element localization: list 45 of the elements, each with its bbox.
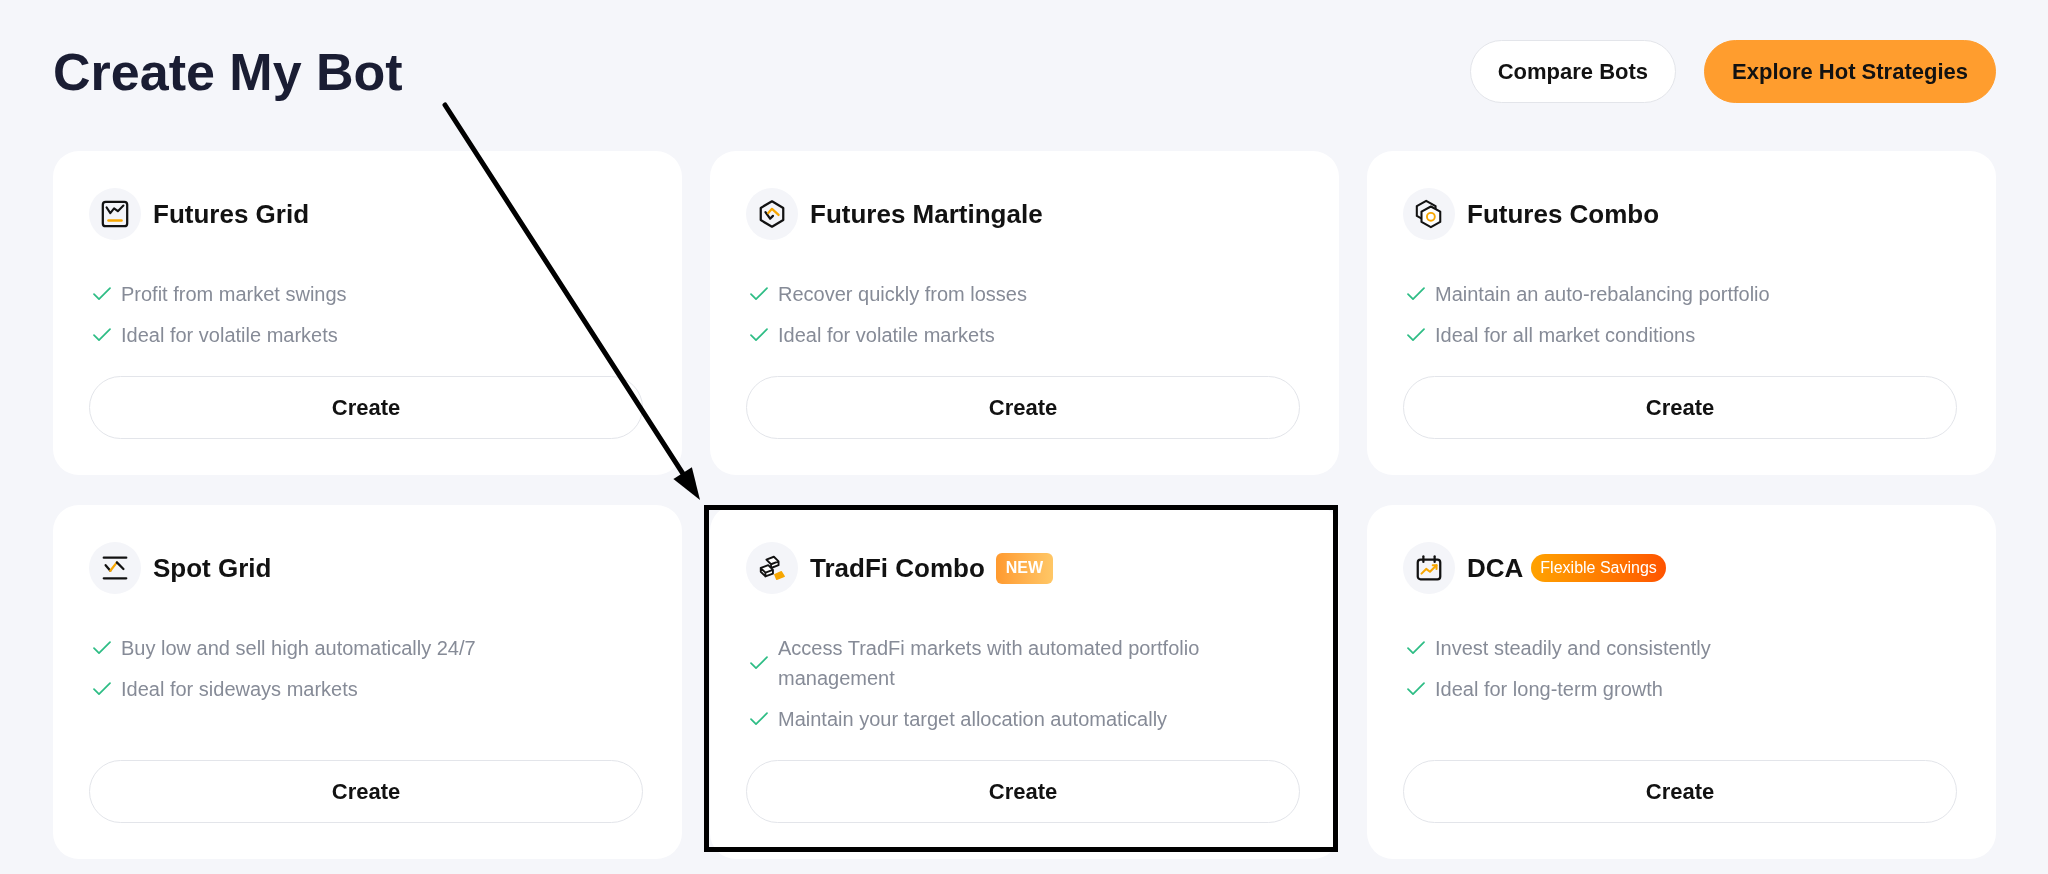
card-title: Futures Combo [1467,201,1660,227]
create-button[interactable]: Create [1403,376,1957,439]
card-title: Futures Grid [153,201,309,227]
create-button[interactable]: Create [89,376,643,439]
check-icon [750,328,768,342]
feature-text: Maintain your target allocation automatically [778,707,1168,732]
create-button[interactable]: Create [746,760,1300,823]
feature-text: Maintain an auto-rebalancing portfolio [1435,282,1770,307]
hexagons-coin-icon [1403,188,1455,240]
check-icon [93,287,111,301]
outline-button[interactable]: Compare Bots [1469,40,1677,103]
feature-text: Recover quickly from losses [778,282,1027,307]
line-chart-icon [89,188,141,240]
create-button[interactable]: Create [1403,760,1957,823]
calendar-chart-icon [1403,542,1455,594]
check-icon [750,712,768,726]
feature-text: Invest steadily and consistently [1435,636,1711,661]
primary-button[interactable]: Explore Hot Strategies [1704,40,1996,103]
check-icon [1407,641,1425,655]
check-icon [93,682,111,696]
ingots-icon [746,542,798,594]
create-button[interactable]: Create [89,760,643,823]
new-badge: NEW [995,552,1054,584]
feature-text: Ideal for all market conditions [1435,323,1696,348]
feature-text: Ideal for volatile markets [778,323,995,348]
check-icon [1407,287,1425,301]
feature-text: Ideal for sideways markets [121,677,358,702]
feature-text: Access TradFi markets with automated portfolio management [778,636,1201,691]
card-title: TradFi Combo [810,555,985,581]
card-title: DCA [1467,555,1524,581]
check-icon [750,656,768,670]
check-icon [93,641,111,655]
check-icon [1407,682,1425,696]
card-title: Spot Grid [153,555,272,581]
check-icon [93,328,111,342]
feature-text: Profit from market swings [121,282,347,307]
card-title: Futures Martingale [810,201,1043,227]
create-button[interactable]: Create [746,376,1300,439]
feature-text: Ideal for volatile markets [121,323,338,348]
promo-badge: Flexible Savings [1531,554,1666,582]
check-icon [1407,328,1425,342]
feature-text: Buy low and sell high automatically 24/7 [121,636,476,661]
zigzag-icon [89,542,141,594]
feature-text: Ideal for long-term growth [1435,677,1663,702]
check-icon [750,287,768,301]
